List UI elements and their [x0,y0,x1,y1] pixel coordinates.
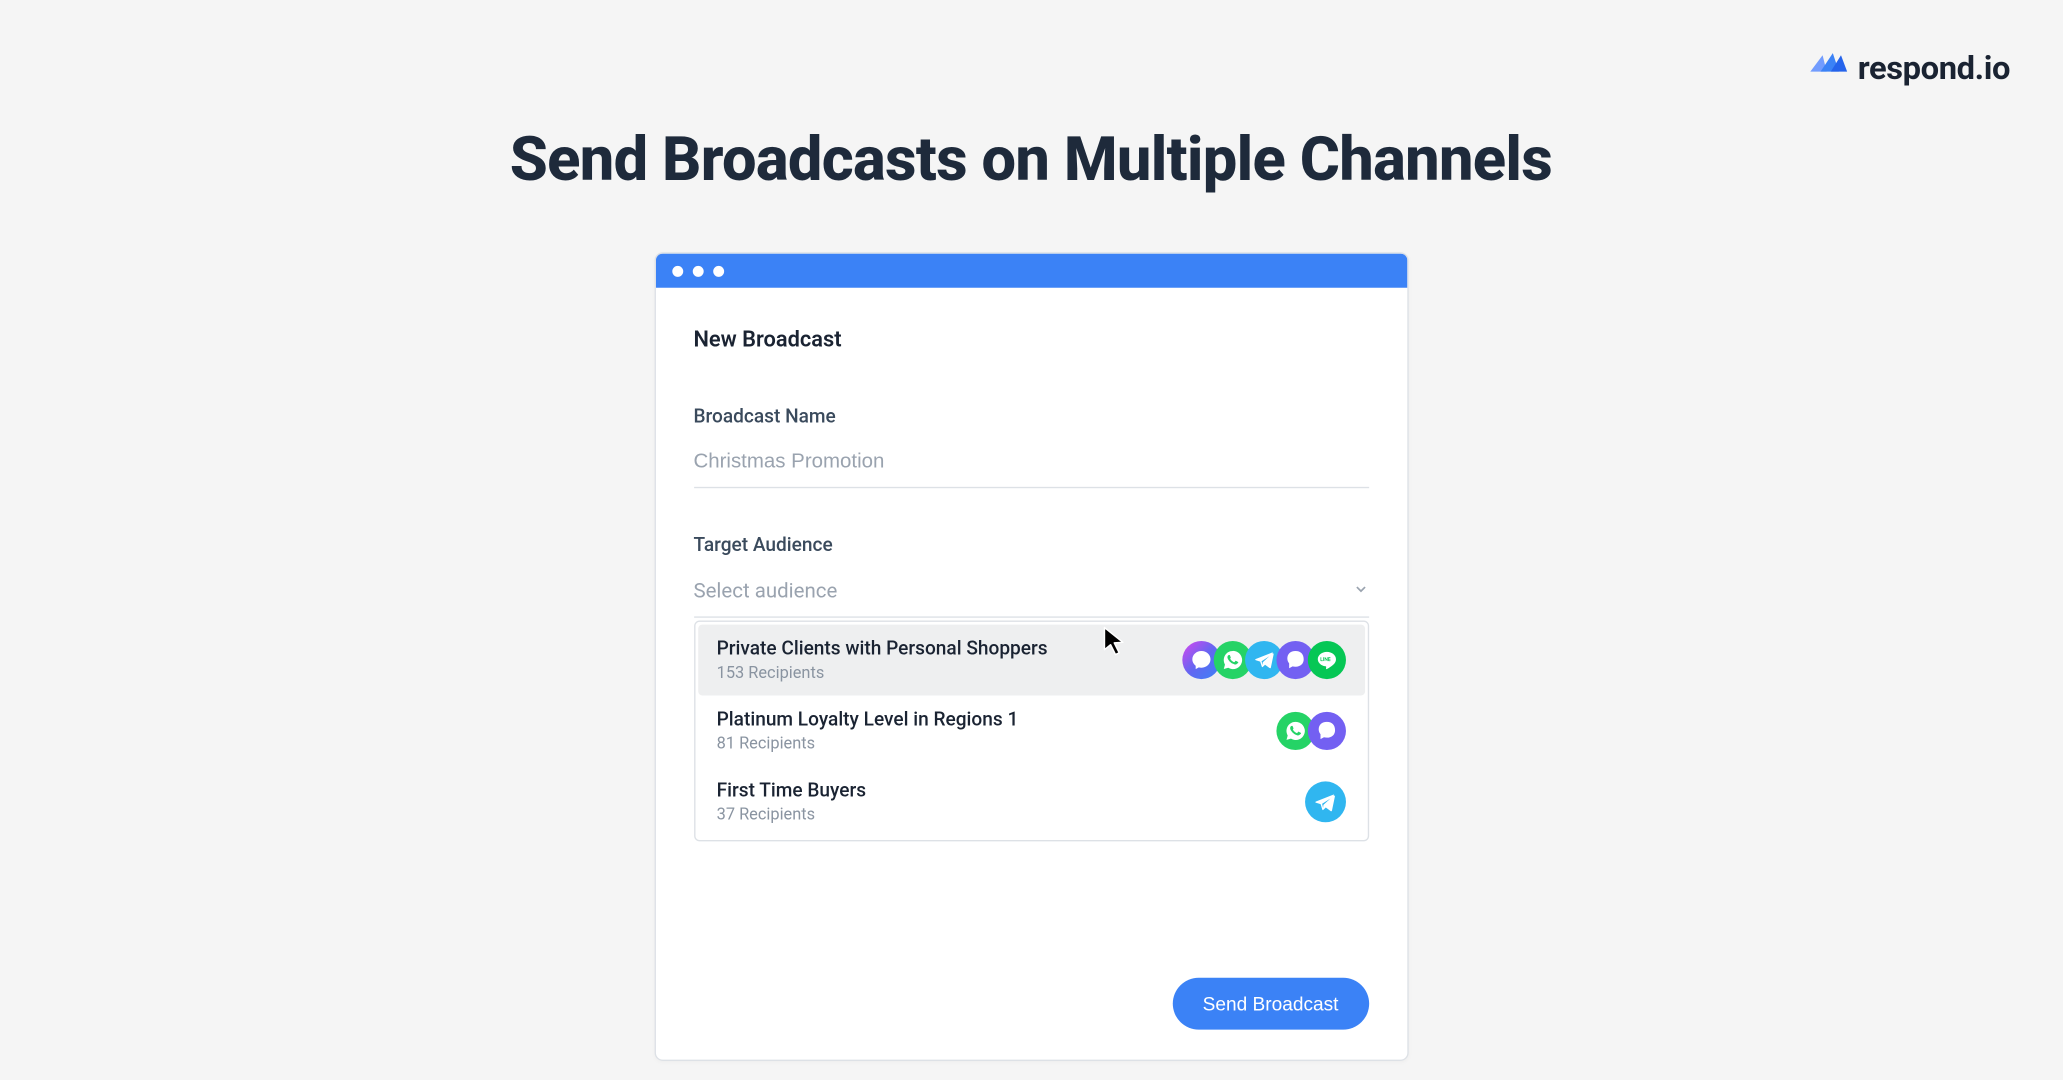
audience-option[interactable]: First Time Buyers 37 Recipients [698,766,1365,837]
audience-dropdown: Private Clients with Personal Shoppers 15… [693,620,1368,841]
window-control-minimize-icon[interactable] [692,265,703,276]
target-audience-label: Target Audience [693,535,1368,557]
chevron-down-icon [1352,578,1368,603]
brand-logo: respond.io [1809,49,2010,87]
channel-icon-group [1304,781,1345,822]
audience-option[interactable]: Private Clients with Personal Shoppers 15… [698,625,1365,696]
window-titlebar [655,254,1406,288]
viber-icon [1307,712,1345,750]
audience-option[interactable]: Platinum Loyalty Level in Regions 1 81 Re… [698,695,1365,766]
audience-option-recipients: 81 Recipients [717,734,1019,753]
send-broadcast-button[interactable]: Send Broadcast [1173,978,1369,1030]
brand-logo-text: respond.io [1858,49,2010,87]
audience-option-recipients: 37 Recipients [717,805,866,824]
modal-title: New Broadcast [693,326,1368,352]
audience-option-name: First Time Buyers [717,780,866,802]
page-title: Send Broadcasts on Multiple Channels [0,123,2062,195]
window-control-close-icon[interactable] [672,265,683,276]
line-icon [1307,641,1345,679]
channel-icon-group [1276,712,1346,750]
audience-option-recipients: 153 Recipients [717,663,1048,682]
audience-option-name: Platinum Loyalty Level in Regions 1 [717,709,1019,731]
target-audience-placeholder: Select audience [693,578,837,603]
window-control-zoom-icon[interactable] [713,265,724,276]
broadcast-name-label: Broadcast Name [693,406,1368,428]
brand-logo-mark-icon [1809,49,1850,87]
broadcast-window: New Broadcast Broadcast Name Target Audi… [654,252,1408,1061]
telegram-icon [1304,781,1345,822]
broadcast-name-input[interactable] [693,442,1368,488]
target-audience-select[interactable]: Select audience [693,570,1368,618]
channel-icon-group [1182,641,1346,679]
audience-option-name: Private Clients with Personal Shoppers [717,638,1048,660]
